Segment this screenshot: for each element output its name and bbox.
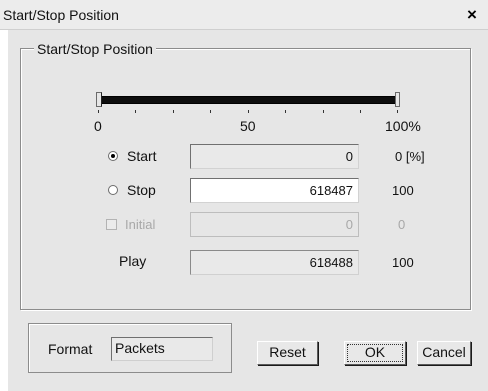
initial-position-field: 0 xyxy=(190,212,359,237)
format-field: Packets xyxy=(111,337,213,361)
stop-percent-text: 100 xyxy=(392,183,414,198)
slider-tick xyxy=(135,110,136,113)
initial-percent-text: 0 xyxy=(398,217,406,232)
start-label: Start xyxy=(127,148,157,164)
slider-tick-label-min: 0 xyxy=(94,118,102,134)
slider-tick xyxy=(173,110,174,113)
initial-label: Initial xyxy=(125,217,156,232)
slider-tick xyxy=(210,110,211,113)
start-radio[interactable] xyxy=(108,151,118,161)
play-label: Play xyxy=(119,253,147,269)
group-legend: Start/Stop Position xyxy=(34,41,156,57)
slider-tick xyxy=(248,110,249,113)
play-percent-text: 100 xyxy=(392,255,414,270)
cancel-button[interactable]: Cancel xyxy=(417,341,471,365)
stop-label: Stop xyxy=(127,182,156,198)
slider-tick-label-mid: 50 xyxy=(240,118,256,134)
slider-tick-label-max: 100% xyxy=(385,118,421,134)
slider-tick xyxy=(397,110,398,113)
slider-tick xyxy=(285,110,286,113)
close-icon[interactable]: × xyxy=(462,6,482,24)
stop-radio[interactable] xyxy=(108,185,118,195)
start-percent-text: 0 [%] xyxy=(395,149,425,164)
slider-tick xyxy=(98,110,99,113)
reset-button[interactable]: Reset xyxy=(257,341,318,365)
stop-slider-thumb[interactable] xyxy=(395,92,400,107)
slider-tick xyxy=(323,110,324,113)
slider-tick xyxy=(360,110,361,113)
title-bar[interactable]: Start/Stop Position × xyxy=(0,0,488,30)
stop-position-field[interactable]: 618487 xyxy=(190,178,359,203)
ok-button[interactable]: OK xyxy=(344,341,406,365)
start-stop-position-window: Start/Stop Position × Start/Stop Positio… xyxy=(0,0,488,391)
window-title: Start/Stop Position xyxy=(3,7,119,23)
position-slider-track[interactable] xyxy=(98,96,398,104)
play-position-field: 618488 xyxy=(190,250,359,275)
start-slider-thumb[interactable] xyxy=(96,92,102,107)
initial-checkbox[interactable] xyxy=(106,219,117,230)
start-position-field[interactable]: 0 xyxy=(190,144,359,169)
format-label: Format xyxy=(48,341,93,357)
